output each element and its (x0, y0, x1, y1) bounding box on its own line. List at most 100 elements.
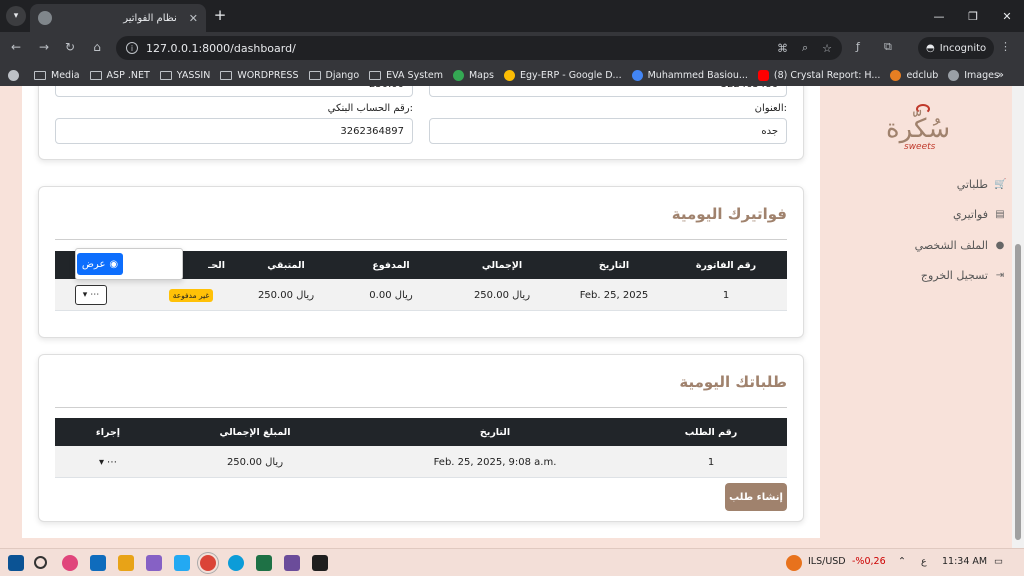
folder-icon (220, 70, 233, 80)
invoices-title: فواتيرك اليومية (671, 205, 787, 223)
logo-text: سُكّرة (886, 114, 951, 144)
app-icon[interactable] (284, 555, 300, 571)
home-icon[interactable]: ⌂ (89, 40, 105, 54)
apps-icon[interactable] (8, 69, 24, 81)
vscode-icon[interactable] (174, 555, 190, 571)
table-row: 1 Feb. 25, 2025 250.00 ريال 0.00 ريال 25… (55, 279, 787, 311)
bookmark-wordpress[interactable]: WORDPRESS (220, 70, 299, 81)
bookmark-media[interactable]: Media (34, 70, 80, 81)
create-order-button[interactable]: إنشاء طلب (725, 483, 787, 511)
clock[interactable]: 11:34 AM (942, 556, 987, 567)
scrollbar-thumb[interactable] (1015, 244, 1021, 540)
page-scrollbar[interactable] (1012, 86, 1024, 548)
sidebar-item-invoices[interactable]: فواتيري ▤ (953, 208, 1006, 221)
sidebar-item-profile[interactable]: الملف الشخصي ● (915, 239, 1006, 252)
outlook-icon[interactable] (90, 555, 106, 571)
invoice-number: 1 (722, 289, 730, 301)
bookmark-star-icon[interactable]: ☆ (822, 42, 832, 55)
status-badge: غير مدفوعة (168, 288, 214, 302)
menu-icon[interactable]: ⋮ (1000, 40, 1011, 53)
invoice-paid: 0.00 ريال (369, 289, 413, 301)
sidebar-item-orders[interactable]: طلباتي 🛒 (957, 178, 1007, 191)
sidebar-item-logout[interactable]: تسجيل الخروج ⇥ (921, 269, 1006, 282)
incognito-indicator[interactable]: ◓ Incognito (918, 37, 995, 59)
reload-icon[interactable]: ↻ (62, 40, 78, 54)
profile-card: 250.00 322465486 رقم الحساب البنكي: العن… (38, 86, 804, 160)
app-icon[interactable] (62, 555, 78, 571)
logout-icon: ⇥ (995, 270, 1005, 281)
profile-field-left[interactable]: 250.00 (55, 86, 413, 97)
bookmark-muhammed[interactable]: Muhammed Basiou... (631, 69, 748, 81)
minimize-button[interactable]: — (922, 0, 956, 32)
page-viewport: 250.00 322465486 رقم الحساب البنكي: العن… (0, 86, 1024, 548)
bookmark-crystal-report[interactable]: (8) Crystal Report: H... (757, 69, 880, 81)
bookmark-yassin[interactable]: YASSIN (159, 70, 210, 81)
bookmark-egy-erp[interactable]: Egy-ERP - Google D... (503, 69, 622, 81)
invoices-card: فواتيرك اليومية رقم الفاتورة التاريخ الإ… (38, 186, 804, 338)
bookmark-django[interactable]: Django (308, 70, 359, 81)
tab-search-button[interactable]: ▾ (6, 6, 26, 26)
folder-icon (34, 70, 46, 80)
close-tab-icon[interactable]: ✕ (189, 12, 198, 25)
bank-account-field[interactable]: 3262364897 (55, 118, 413, 144)
view-button[interactable]: عرض ◉ (77, 253, 123, 275)
incognito-label: Incognito (939, 42, 987, 54)
status-cell: غير مدفوعة (151, 279, 231, 311)
search-icon[interactable] (34, 556, 47, 569)
tab-title: نظام الفواتير (123, 12, 177, 24)
drive-icon (631, 69, 643, 81)
th-order-amount: المبلغ الإجمالي (219, 426, 291, 438)
bookmark-eva-system[interactable]: EVA System (369, 70, 443, 81)
globe-icon (38, 11, 52, 25)
zoom-icon[interactable]: ⌕ (802, 41, 808, 55)
restore-button[interactable]: ❐ (956, 0, 990, 32)
folder-icon (89, 70, 102, 80)
font-extension-icon[interactable]: ƒ (856, 40, 860, 53)
divider (55, 239, 787, 240)
site-info-icon[interactable]: i (126, 42, 138, 54)
view-label: عرض (81, 258, 106, 270)
actions-cell: ▾ ⋯ (59, 279, 123, 311)
edclub-icon (890, 69, 902, 81)
main-content: 250.00 322465486 رقم الحساب البنكي: العن… (22, 86, 820, 538)
address-field[interactable]: جده (429, 118, 787, 144)
excel-icon[interactable] (256, 555, 272, 571)
orders-table-header: رقم الطلب التاريخ المبلغ الإجمالي إجراء (55, 418, 787, 446)
bookmark-images[interactable]: Images (948, 69, 999, 81)
bookmark-edclub[interactable]: edclub (890, 69, 938, 81)
youtube-icon (757, 69, 769, 81)
file-explorer-icon[interactable] (118, 555, 134, 571)
bookmark-aspnet[interactable]: ASP .NET (89, 70, 150, 81)
extensions-icon[interactable]: ⧉ (884, 40, 892, 54)
close-window-button[interactable]: ✕ (990, 0, 1024, 32)
new-tab-button[interactable]: + (210, 6, 230, 24)
invoice-actions-button[interactable]: ▾ ⋯ (75, 285, 107, 305)
address-bar[interactable]: i 127.0.0.1:8000/dashboard/ ⌘ ⌕ ☆ (116, 36, 842, 60)
th-date: التاريخ (598, 259, 630, 271)
chrome-icon[interactable] (200, 555, 216, 571)
sidebar-item-label: الملف الشخصي (914, 239, 988, 252)
table-row: 1 Feb. 25, 2025, 9:08 a.m. 250.00 ريال ▾… (55, 446, 787, 478)
edge-icon[interactable] (228, 555, 244, 571)
order-actions-button[interactable]: ▾ ⋯ (75, 446, 141, 478)
logo-swirl (916, 104, 930, 114)
tray-overflow-icon[interactable]: ⌃ (898, 556, 906, 567)
invoice-date: Feb. 25, 2025 (579, 289, 649, 301)
forward-icon[interactable]: → (36, 40, 52, 54)
more-bookmarks-icon[interactable]: » (997, 68, 1004, 81)
language-indicator[interactable]: ع (921, 556, 927, 567)
currency-pair[interactable]: ILS/USD (808, 556, 846, 567)
profile-field-right[interactable]: 322465486 (429, 86, 787, 97)
currency-widget-icon[interactable] (786, 555, 802, 571)
bookmark-maps[interactable]: Maps (452, 69, 494, 81)
windows-start-icon[interactable] (8, 555, 24, 571)
actions-dropdown: عرض ◉ (75, 248, 183, 280)
invoice-total: 250.00 ريال (473, 289, 531, 301)
translate-icon[interactable]: ⌘ (777, 42, 788, 55)
terminal-icon[interactable] (312, 555, 328, 571)
visual-studio-icon[interactable] (146, 555, 162, 571)
back-icon[interactable]: ← (8, 40, 24, 54)
notifications-icon[interactable]: ▭ (994, 556, 1003, 567)
browser-tab[interactable]: نظام الفواتير ✕ (30, 4, 206, 32)
folder-icon (159, 70, 172, 80)
